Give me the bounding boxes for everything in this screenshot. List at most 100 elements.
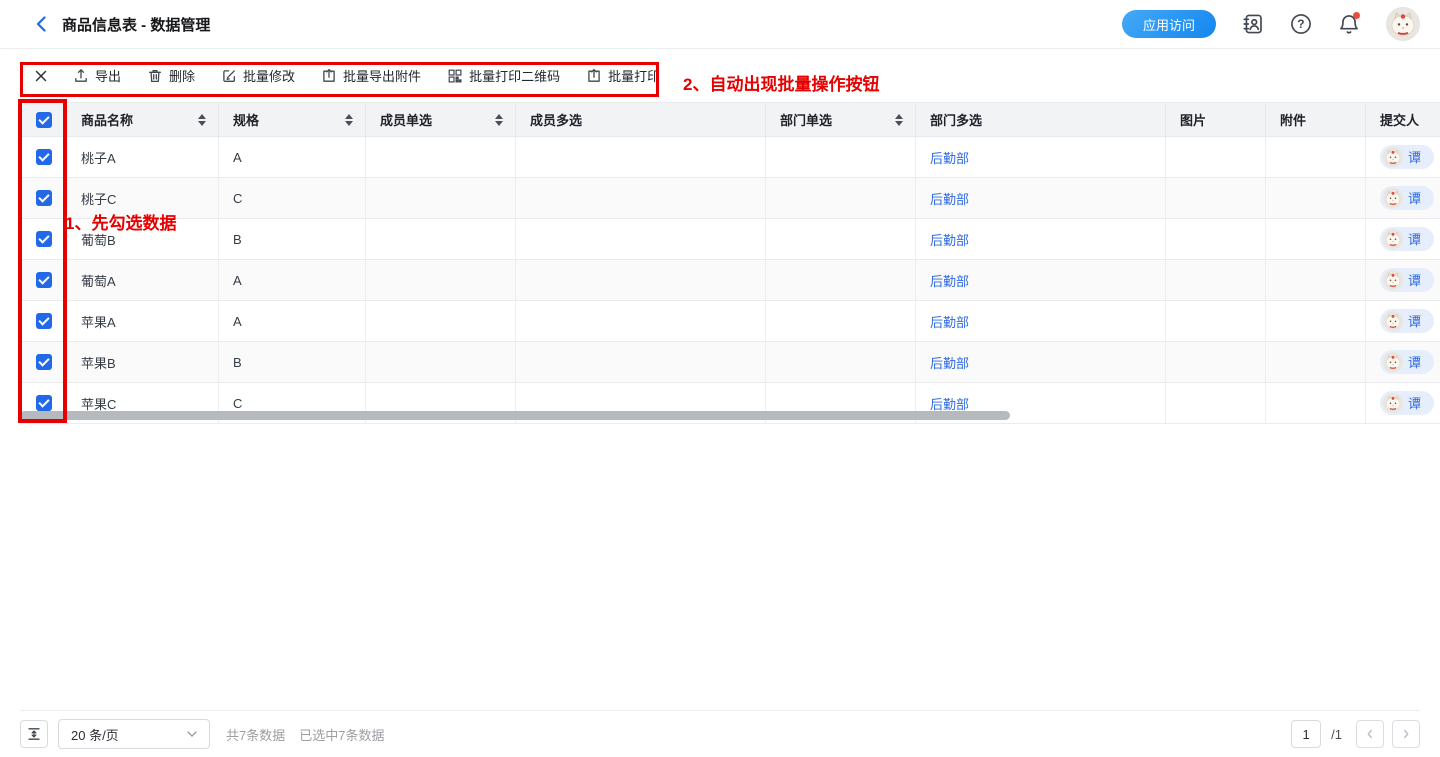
cell-member-single — [366, 301, 516, 342]
cell-dept-multi: 后勤部 — [916, 137, 1166, 178]
cell-member-multi — [516, 342, 766, 383]
prev-page-button[interactable] — [1356, 720, 1384, 748]
row-checkbox[interactable] — [36, 272, 52, 288]
table-row: 苹果A A 后勤部 谭 — [21, 301, 1440, 342]
row-checkbox-cell — [21, 260, 67, 301]
submitter-pill[interactable]: 谭 — [1380, 309, 1434, 333]
dept-link[interactable]: 后勤部 — [930, 274, 969, 289]
contacts-icon[interactable] — [1242, 13, 1264, 35]
cell-dept-single — [766, 342, 916, 383]
qrcode-icon — [447, 68, 463, 84]
row-checkbox[interactable] — [36, 149, 52, 165]
col-header-spec: 规格 — [219, 103, 366, 137]
notification-bell-icon[interactable] — [1338, 13, 1360, 35]
sort-icon[interactable] — [495, 114, 503, 126]
sort-icon[interactable] — [345, 114, 353, 126]
cell-product-name: 桃子C — [67, 178, 219, 219]
cell-dept-single — [766, 178, 916, 219]
table-header-row: 商品名称 规格 成员单选 成员多选 部门单选 部门多选 图片 附件 提交人 — [21, 103, 1440, 137]
cell-dept-single — [766, 219, 916, 260]
cell-attachment — [1266, 383, 1366, 424]
next-page-button[interactable] — [1392, 720, 1420, 748]
delete-button[interactable]: 删除 — [147, 66, 195, 85]
cell-product-name: 苹果B — [67, 342, 219, 383]
sort-icon[interactable] — [198, 114, 206, 126]
batch-export-attachment-button[interactable]: 批量导出附件 — [321, 66, 421, 85]
submitter-pill[interactable]: 谭 — [1380, 145, 1434, 169]
cell-member-multi — [516, 137, 766, 178]
submitter-avatar — [1383, 270, 1403, 290]
user-avatar[interactable] — [1386, 7, 1420, 41]
cell-spec: A — [219, 260, 366, 301]
current-page-input[interactable]: 1 — [1291, 720, 1321, 748]
cell-attachment — [1266, 260, 1366, 301]
pagination: 1 /1 — [1291, 720, 1420, 748]
export-button[interactable]: 导出 — [73, 66, 121, 85]
cell-member-multi — [516, 260, 766, 301]
cat-avatar-icon — [1383, 311, 1403, 331]
submitter-pill[interactable]: 谭 — [1380, 350, 1434, 374]
dept-link[interactable]: 后勤部 — [930, 192, 969, 207]
chevron-down-icon — [187, 731, 197, 737]
cell-member-multi — [516, 219, 766, 260]
table-row: 葡萄B B 后勤部 谭 — [21, 219, 1440, 260]
dept-link[interactable]: 后勤部 — [930, 233, 969, 248]
row-checkbox[interactable] — [36, 190, 52, 206]
cell-spec: B — [219, 219, 366, 260]
table-row: 葡萄A A 后勤部 谭 — [21, 260, 1440, 301]
footer: 20 条/页 共7条数据 已选中7条数据 1 /1 — [20, 710, 1420, 757]
help-icon[interactable]: ? — [1290, 13, 1312, 35]
cell-dept-multi: 后勤部 — [916, 260, 1166, 301]
submitter-pill[interactable]: 谭 — [1380, 186, 1434, 210]
cell-image — [1166, 137, 1266, 178]
close-batch-icon[interactable] — [33, 68, 49, 84]
row-checkbox-cell — [21, 137, 67, 178]
total-count-text: 共7条数据 — [226, 725, 285, 744]
horizontal-scrollbar-thumb[interactable] — [20, 411, 1010, 420]
cell-image — [1166, 219, 1266, 260]
col-header-member-multi: 成员多选 — [516, 103, 766, 137]
submitter-pill[interactable]: 谭 — [1380, 391, 1434, 415]
svg-text:?: ? — [1297, 18, 1304, 31]
select-all-cell — [21, 103, 67, 137]
row-checkbox[interactable] — [36, 354, 52, 370]
row-height-button[interactable] — [20, 720, 48, 748]
app-access-button[interactable]: 应用访问 — [1122, 10, 1216, 38]
total-pages-label: /1 — [1331, 727, 1342, 742]
cell-image — [1166, 301, 1266, 342]
table-body: 桃子A A 后勤部 谭 桃子C — [21, 137, 1440, 424]
batch-edit-button[interactable]: 批量修改 — [221, 66, 295, 85]
col-header-product-name: 商品名称 — [67, 103, 219, 137]
col-header-member-single: 成员单选 — [366, 103, 516, 137]
dept-link[interactable]: 后勤部 — [930, 315, 969, 330]
cell-image — [1166, 260, 1266, 301]
row-checkbox[interactable] — [36, 313, 52, 329]
submitter-avatar — [1383, 229, 1403, 249]
dept-link[interactable]: 后勤部 — [930, 356, 969, 371]
batch-print-button[interactable]: 批量打印 — [586, 66, 660, 85]
row-checkbox[interactable] — [36, 395, 52, 411]
submitter-pill[interactable]: 谭 — [1380, 227, 1434, 251]
dept-link[interactable]: 后勤部 — [930, 151, 969, 166]
submitter-avatar — [1383, 147, 1403, 167]
page-size-select[interactable]: 20 条/页 — [58, 719, 210, 749]
dept-link[interactable]: 后勤部 — [930, 397, 969, 412]
topbar: 商品信息表 - 数据管理 应用访问 ? — [0, 0, 1440, 49]
batch-print-qrcode-button[interactable]: 批量打印二维码 — [447, 66, 560, 85]
cell-image — [1166, 178, 1266, 219]
table-row: 苹果B B 后勤部 谭 — [21, 342, 1440, 383]
sort-icon[interactable] — [895, 114, 903, 126]
submitter-avatar — [1383, 352, 1403, 372]
back-icon[interactable] — [32, 14, 52, 34]
submitter-pill[interactable]: 谭 — [1380, 268, 1434, 292]
footer-stats: 共7条数据 已选中7条数据 — [226, 725, 384, 744]
select-all-checkbox[interactable] — [36, 112, 52, 128]
table-row: 桃子A A 后勤部 谭 — [21, 137, 1440, 178]
cell-product-name: 苹果A — [67, 301, 219, 342]
cell-attachment — [1266, 178, 1366, 219]
cell-submitter: 谭 — [1366, 383, 1440, 424]
cat-avatar-icon — [1387, 8, 1419, 40]
cell-member-single — [366, 342, 516, 383]
export-icon — [73, 68, 89, 84]
row-checkbox[interactable] — [36, 231, 52, 247]
